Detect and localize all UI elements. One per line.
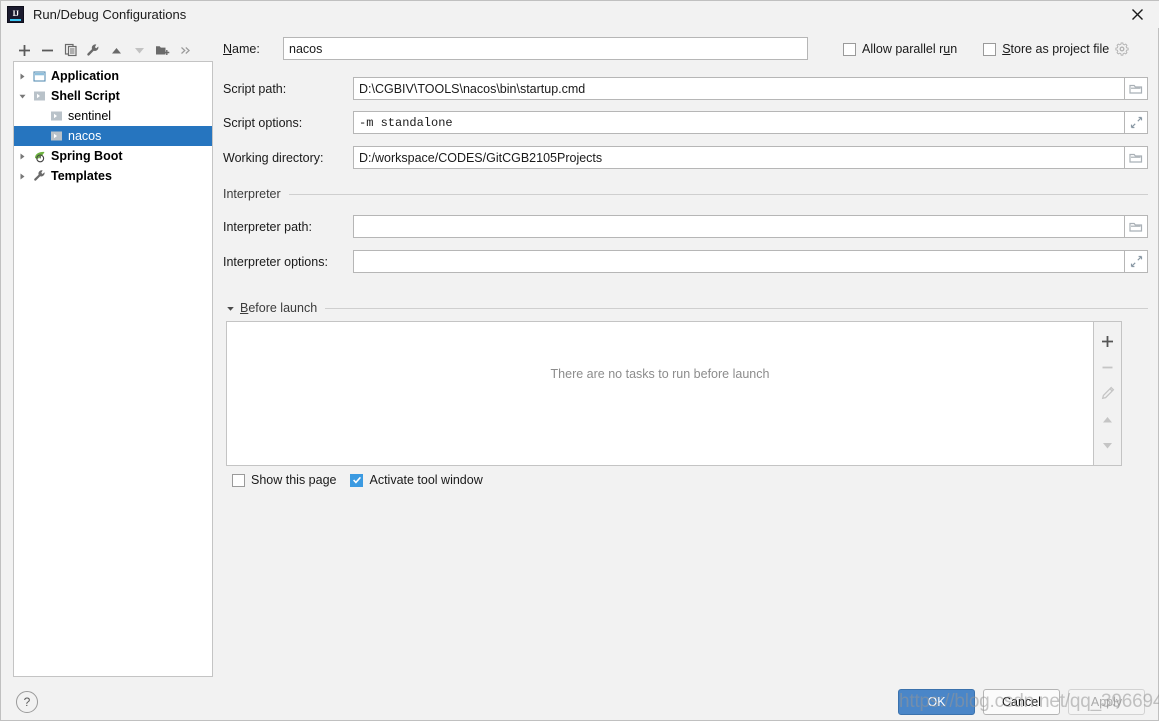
allow-parallel-run-label: Allow parallel run	[862, 42, 958, 56]
before-launch-panel: There are no tasks to run before launch	[226, 321, 1122, 466]
remove-configuration-button[interactable]	[36, 39, 59, 62]
before-launch-empty-message: There are no tasks to run before launch	[550, 367, 770, 381]
configurations-tree[interactable]: Application Shell Script sentinel nacos …	[13, 61, 213, 677]
name-input[interactable]: nacos	[283, 37, 808, 60]
dialog-button-bar: OK Cancel Apply	[898, 689, 1145, 715]
chevron-right-icon[interactable]	[14, 166, 31, 186]
move-task-down-button[interactable]	[1095, 432, 1121, 458]
allow-parallel-run-checkbox[interactable]: Allow parallel run	[843, 42, 957, 56]
tree-item-label: Templates	[51, 169, 112, 183]
script-options-label: Script options:	[223, 115, 303, 130]
bottom-options: Show this page Activate tool window	[232, 473, 483, 487]
show-this-page-label: Show this page	[251, 473, 337, 487]
folder-icon[interactable]	[1125, 77, 1148, 100]
script-options-input[interactable]: -m standalone	[353, 111, 1125, 134]
tree-item-application[interactable]: Application	[14, 66, 212, 86]
activate-tool-window-label: Activate tool window	[369, 473, 483, 487]
gear-icon[interactable]	[1115, 42, 1129, 56]
expand-icon[interactable]	[1125, 250, 1148, 273]
tree-item-shell-script[interactable]: Shell Script	[14, 86, 212, 106]
working-directory-label: Working directory:	[223, 150, 324, 165]
add-configuration-button[interactable]	[13, 39, 36, 62]
tree-item-sentinel[interactable]: sentinel	[14, 106, 212, 126]
title-bar: IJ Run/Debug Configurations	[1, 1, 1159, 28]
spring-boot-icon	[31, 146, 48, 166]
before-launch-section-title: Before launch	[240, 301, 318, 315]
activate-tool-window-checkbox[interactable]: Activate tool window	[350, 473, 483, 487]
triangle-down-icon[interactable]	[223, 301, 237, 315]
checkbox-box	[983, 42, 997, 56]
name-label: Name:	[223, 41, 260, 56]
run-debug-configurations-dialog: IJ Run/Debug Configurations Application …	[0, 0, 1159, 721]
checkbox-box	[843, 42, 856, 56]
close-icon[interactable]	[1114, 1, 1159, 28]
pencil-icon[interactable]	[1095, 380, 1121, 406]
tree-item-nacos[interactable]: nacos	[14, 126, 212, 146]
move-task-up-button[interactable]	[1095, 406, 1121, 432]
checkbox-box	[232, 473, 245, 487]
folder-icon[interactable]	[1125, 215, 1148, 238]
move-down-button[interactable]	[128, 39, 151, 62]
wrench-icon[interactable]	[82, 39, 105, 62]
wrench-icon	[31, 166, 48, 186]
help-button[interactable]: ?	[16, 691, 38, 713]
more-options-button[interactable]	[174, 39, 197, 62]
section-divider	[288, 193, 1148, 195]
interpreter-path-label: Interpreter path:	[223, 219, 312, 234]
move-up-button[interactable]	[105, 39, 128, 62]
store-as-project-file-label: Store as project file	[1002, 42, 1110, 56]
script-path-input[interactable]: D:\CGBIV\TOOLS\nacos\bin\startup.cmd	[353, 77, 1125, 100]
interpreter-path-input[interactable]	[353, 215, 1125, 238]
configurations-toolbar	[13, 37, 213, 63]
chevron-right-icon[interactable]	[14, 66, 31, 86]
before-launch-toolbar	[1094, 321, 1122, 466]
checkbox-box	[350, 473, 364, 487]
cancel-button[interactable]: Cancel	[983, 689, 1060, 715]
store-as-project-file-checkbox[interactable]: Store as project file	[983, 42, 1109, 56]
shell-script-icon	[31, 86, 48, 106]
shell-script-icon	[48, 126, 65, 146]
shell-script-icon	[48, 106, 65, 126]
expand-icon[interactable]	[1125, 111, 1148, 134]
remove-task-button[interactable]	[1095, 354, 1121, 380]
interpreter-section-title: Interpreter	[223, 187, 281, 201]
folder-icon[interactable]	[1125, 146, 1148, 169]
tree-item-label: Shell Script	[51, 89, 120, 103]
add-task-button[interactable]	[1095, 328, 1121, 354]
interpreter-options-label: Interpreter options:	[223, 254, 328, 269]
tree-item-label: Spring Boot	[51, 149, 123, 163]
application-icon	[31, 66, 48, 86]
script-path-label: Script path:	[223, 81, 287, 96]
dialog-title: Run/Debug Configurations	[33, 7, 187, 22]
tree-item-label: nacos	[68, 129, 102, 143]
apply-button: Apply	[1068, 689, 1145, 715]
ok-button[interactable]: OK	[898, 689, 975, 715]
section-divider	[325, 307, 1148, 309]
chevron-right-icon[interactable]	[14, 146, 31, 166]
chevron-down-icon[interactable]	[14, 86, 31, 106]
tree-item-spring-boot[interactable]: Spring Boot	[14, 146, 212, 166]
interpreter-options-input[interactable]	[353, 250, 1125, 273]
working-directory-input[interactable]: D:/workspace/CODES/GitCGB2105Projects	[353, 146, 1125, 169]
before-launch-task-list[interactable]: There are no tasks to run before launch	[226, 321, 1094, 466]
show-this-page-checkbox[interactable]: Show this page	[232, 473, 336, 487]
tree-item-label: sentinel	[68, 109, 112, 123]
copy-configuration-button[interactable]	[59, 39, 82, 62]
tree-item-templates[interactable]: Templates	[14, 166, 212, 186]
new-folder-button[interactable]	[151, 39, 174, 62]
intellij-idea-logo: IJ	[7, 6, 24, 23]
tree-item-label: Application	[51, 69, 120, 83]
